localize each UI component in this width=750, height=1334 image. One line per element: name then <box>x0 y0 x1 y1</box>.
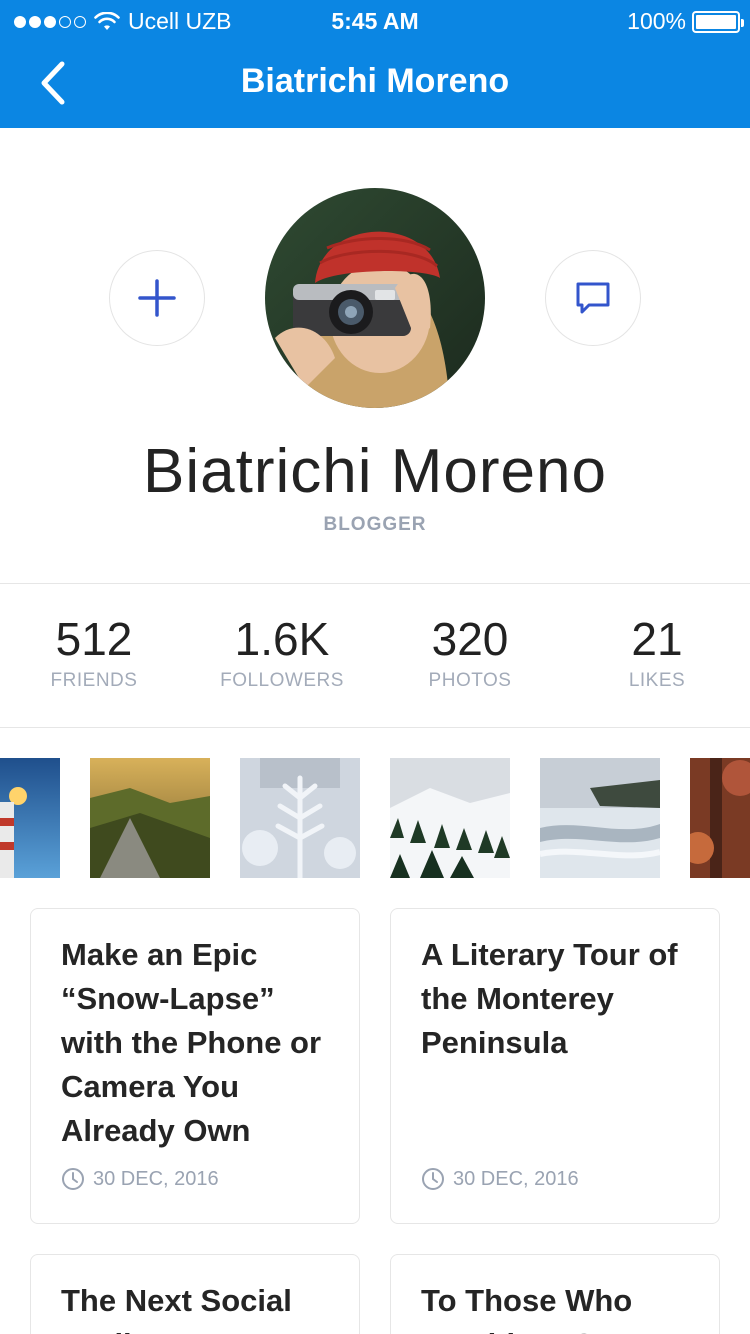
stat-value: 512 <box>55 613 133 665</box>
chat-bubble-icon <box>576 282 610 314</box>
divider <box>0 727 750 728</box>
status-right: 100% <box>627 8 744 35</box>
app-header: Ucell UZB 5:45 AM 100% Biatrichi Moreno <box>0 0 750 128</box>
photo-thumbnail[interactable] <box>240 758 360 878</box>
article-card[interactable]: To Those Who Would Be G <box>390 1254 720 1334</box>
photo-thumbnail[interactable] <box>0 758 60 878</box>
photo-thumbnail[interactable] <box>390 758 510 878</box>
stat-value: 21 <box>631 613 683 665</box>
clock-icon <box>62 1168 84 1190</box>
article-date: 30 DEC, 2016 <box>421 1167 579 1191</box>
stat-followers[interactable]: 1.6K FOLLOWERS <box>192 612 372 692</box>
stat-photos[interactable]: 320 PHOTOS <box>380 612 560 692</box>
stat-friends[interactable]: 512 FRIENDS <box>4 612 184 692</box>
status-bar: Ucell UZB 5:45 AM 100% <box>0 0 750 40</box>
article-card[interactable]: A Literary Tour of the Monterey Peninsul… <box>390 908 720 1224</box>
article-date-text: 30 DEC, 2016 <box>93 1167 219 1190</box>
article-title: The Next Social Media We Want <box>61 1283 292 1334</box>
profile-name: Biatrichi Moreno <box>143 437 607 506</box>
stat-value: 320 <box>431 613 509 665</box>
avatar <box>265 188 485 408</box>
stat-label: LIKES <box>628 670 686 691</box>
photo-thumbnail[interactable] <box>690 758 750 878</box>
message-button[interactable] <box>545 250 641 346</box>
battery-percentage: 100% <box>627 8 686 34</box>
article-title: To Those Who Would Be G <box>421 1283 633 1334</box>
plus-icon <box>138 279 176 317</box>
page-title: Biatrichi Moreno <box>240 62 510 100</box>
article-card[interactable]: Make an Epic “Snow-Lapse” with the Phone… <box>30 908 360 1224</box>
stat-label: FOLLOWERS <box>220 670 344 691</box>
stat-likes[interactable]: 21 LIKES <box>567 612 747 692</box>
article-title: Make an Epic “Snow-Lapse” with the Phone… <box>61 937 322 1148</box>
clock-icon <box>422 1168 444 1190</box>
article-title: A Literary Tour of the Monterey Peninsul… <box>421 937 678 1060</box>
divider <box>0 583 750 584</box>
stat-label: PHOTOS <box>428 670 512 691</box>
battery-icon <box>692 10 744 33</box>
profile-role: BLOGGER <box>323 514 427 535</box>
article-date-text: 30 DEC, 2016 <box>453 1167 579 1190</box>
stat-label: FRIENDS <box>50 670 138 691</box>
article-date: 30 DEC, 2016 <box>61 1167 219 1191</box>
article-card[interactable]: The Next Social Media We Want <box>30 1254 360 1334</box>
stat-value: 1.6K <box>234 613 330 665</box>
photo-thumbnail[interactable] <box>540 758 660 878</box>
add-friend-button[interactable] <box>109 250 205 346</box>
photo-thumbnail[interactable] <box>90 758 210 878</box>
